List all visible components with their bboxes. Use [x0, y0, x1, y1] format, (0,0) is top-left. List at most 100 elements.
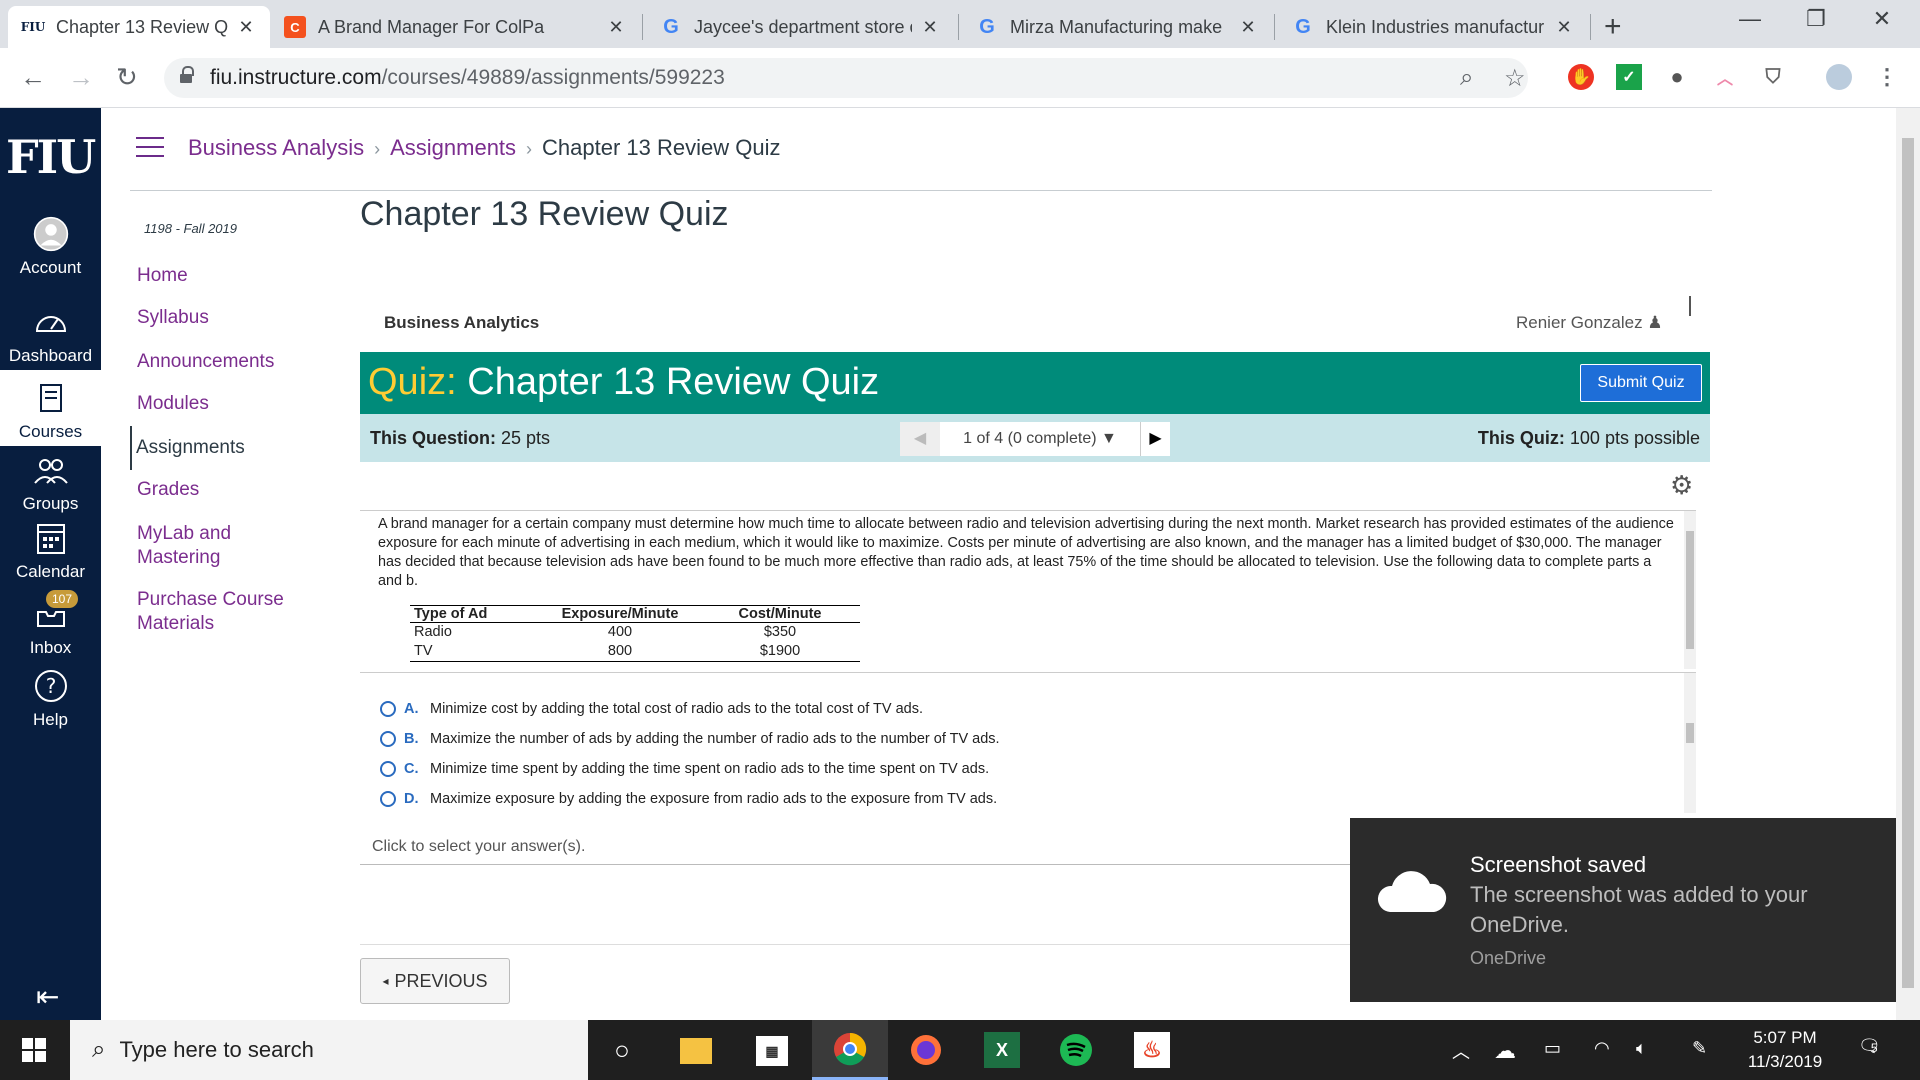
circle-extension-icon[interactable]: ● — [1664, 64, 1690, 90]
zoom-icon[interactable]: ⌕ — [1460, 64, 1473, 92]
nav-calendar[interactable]: Calendar — [0, 520, 101, 582]
wifi-icon[interactable]: ◠ — [1594, 1038, 1610, 1059]
radio-button[interactable] — [380, 761, 396, 777]
new-tab-icon[interactable]: + — [1604, 10, 1622, 44]
checkmark-extension-icon[interactable]: ✓ — [1616, 64, 1642, 90]
breadcrumb-course-link[interactable]: Business Analysis — [188, 135, 364, 160]
browser-tab[interactable]: FIU Chapter 13 Review Quiz ✕ — [8, 6, 270, 48]
taskbar-search[interactable]: ⌕ Type here to search — [70, 1020, 588, 1080]
ad-data-table: Type of Ad Exposure/Minute Cost/Minute R… — [410, 605, 860, 662]
close-tab-icon[interactable]: ✕ — [1554, 17, 1574, 38]
reload-icon[interactable]: ↻ — [116, 62, 138, 93]
close-tab-icon[interactable]: ✕ — [236, 17, 256, 38]
browser-tab[interactable]: G Klein Industries manufactur ✕ — [1278, 6, 1588, 48]
nav-label: Help — [33, 710, 68, 729]
question-scrollbar[interactable] — [1684, 511, 1696, 669]
course-nav-purchase-materials[interactable]: Purchase Course Materials — [137, 588, 297, 636]
onedrive-notification[interactable]: Screenshot saved The screenshot was adde… — [1350, 818, 1896, 1002]
app-flame-icon[interactable]: ♨ — [1134, 1032, 1170, 1068]
tab-title: A Brand Manager For ColPa — [318, 16, 545, 37]
close-window-icon[interactable]: ✕ — [1852, 6, 1912, 32]
browser-tab[interactable]: G Jaycee's department store c ✕ — [646, 6, 954, 48]
tab-title: Mirza Manufacturing make — [1010, 16, 1223, 37]
back-icon[interactable]: ← — [20, 62, 46, 93]
next-question-icon[interactable]: ▶ — [1140, 422, 1170, 456]
radio-button[interactable] — [380, 791, 396, 807]
minimize-icon[interactable]: — — [1720, 6, 1780, 32]
nav-dashboard[interactable]: Dashboard — [0, 304, 101, 366]
browser-tab[interactable]: G Mirza Manufacturing make ✕ — [962, 6, 1272, 48]
answer-scrollbar[interactable] — [1684, 673, 1696, 813]
browser-tab[interactable]: C A Brand Manager For ColPa ✕ — [270, 6, 640, 48]
close-tab-icon[interactable]: ✕ — [1238, 17, 1258, 38]
breadcrumb-current: Chapter 13 Review Quiz — [542, 135, 781, 160]
spotify-icon[interactable] — [1058, 1032, 1094, 1068]
shield-extension-icon[interactable]: ⛉ — [1760, 64, 1786, 90]
previous-button[interactable]: ◂ PREVIOUS — [360, 958, 510, 1004]
battery-icon[interactable]: ▭ — [1544, 1038, 1561, 1059]
course-nav-modules[interactable]: Modules — [137, 392, 337, 416]
nav-courses[interactable]: Courses — [0, 370, 101, 446]
scrollbar-thumb[interactable] — [1902, 138, 1914, 988]
answer-option-d[interactable]: D. Maximize exposure by adding the exposu… — [380, 791, 997, 807]
taskbar-clock[interactable]: 5:07 PM 11/3/2019 — [1730, 1026, 1840, 1074]
volume-icon[interactable]: 🔈︎ — [1636, 1038, 1647, 1059]
menu-kebab-icon[interactable]: ⋮ — [1874, 64, 1900, 90]
quiz-title-bar: Quiz: Chapter 13 Review Quiz Submit Quiz — [360, 352, 1710, 414]
rainbow-extension-icon[interactable]: ︿ — [1712, 64, 1738, 90]
close-tab-icon[interactable]: ✕ — [606, 17, 626, 38]
answer-option-a[interactable]: A. Minimize cost by adding the total cost… — [380, 701, 923, 717]
show-hidden-icons-icon[interactable]: ︿ — [1452, 1038, 1470, 1064]
store-icon[interactable]: ▦ — [756, 1036, 788, 1066]
course-nav-assignments[interactable]: Assignments — [130, 426, 330, 470]
onedrive-tray-icon[interactable]: ☁ — [1494, 1038, 1516, 1064]
firefox-icon[interactable] — [908, 1032, 944, 1068]
this-quiz-points: This Quiz: 100 pts possible — [1477, 428, 1700, 448]
svg-text:?: ? — [45, 674, 56, 698]
course-nav-grades[interactable]: Grades — [137, 478, 337, 502]
forward-icon[interactable]: → — [68, 62, 94, 93]
nav-inbox[interactable]: 107 Inbox — [0, 590, 101, 658]
course-nav-mylab[interactable]: MyLab and Mastering — [137, 522, 257, 570]
answer-option-b[interactable]: B. Maximize the number of ads by adding t… — [380, 731, 1000, 747]
text-cursor — [1689, 296, 1691, 316]
radio-button[interactable] — [380, 731, 396, 747]
collapse-nav-icon[interactable]: ⇤ — [0, 980, 80, 1013]
close-tab-icon[interactable]: ✕ — [920, 17, 940, 38]
profile-avatar[interactable] — [1826, 64, 1852, 90]
scrollbar-thumb[interactable] — [1686, 531, 1694, 649]
courses-icon — [39, 384, 62, 412]
scrollbar-thumb[interactable] — [1686, 723, 1694, 743]
previous-question-icon[interactable]: ◀ — [900, 422, 940, 456]
file-explorer-icon[interactable] — [680, 1038, 712, 1064]
settings-gear-icon[interactable]: ⚙ — [1670, 470, 1693, 501]
address-bar[interactable]: fiu.instructure.com/courses/49889/assign… — [164, 58, 1528, 98]
nav-groups[interactable]: Groups — [0, 452, 101, 514]
nav-account[interactable]: Account — [0, 216, 101, 278]
windows-start-icon[interactable] — [22, 1038, 46, 1062]
page-title: Chapter 13 Review Quiz — [360, 195, 729, 233]
cortana-icon[interactable]: ○ — [604, 1032, 640, 1068]
course-nav-home[interactable]: Home — [137, 264, 337, 288]
answer-option-c[interactable]: C. Minimize time spent by adding the time… — [380, 761, 989, 777]
fiu-logo[interactable]: FIU — [6, 130, 96, 184]
restore-icon[interactable]: ❐ — [1786, 6, 1846, 32]
hamburger-menu-icon[interactable] — [136, 137, 164, 164]
breadcrumb-assignments-link[interactable]: Assignments — [390, 135, 516, 160]
radio-button[interactable] — [380, 701, 396, 717]
excel-icon[interactable]: X — [984, 1032, 1020, 1068]
page-scrollbar[interactable] — [1896, 108, 1920, 1020]
question-select[interactable]: 1 of 4 (0 complete) ▼ — [940, 430, 1140, 448]
nav-help[interactable]: ? Help — [0, 668, 101, 730]
chrome-taskbar-button[interactable] — [812, 1020, 888, 1080]
url-text: fiu.instructure.com/courses/49889/assign… — [210, 66, 725, 89]
bookmark-star-icon[interactable]: ☆ — [1504, 64, 1526, 93]
submit-quiz-button[interactable]: Submit Quiz — [1580, 364, 1702, 402]
course-nav-announcements[interactable]: Announcements — [137, 350, 337, 374]
action-center-icon[interactable]: 🗨︎5 — [1858, 1036, 1881, 1057]
table-cell: TV — [410, 642, 540, 662]
dashboard-icon — [35, 316, 66, 332]
adblock-extension-icon[interactable]: ✋ — [1568, 64, 1594, 90]
pen-icon[interactable]: ✎ — [1692, 1038, 1707, 1059]
course-nav-syllabus[interactable]: Syllabus — [137, 306, 337, 330]
